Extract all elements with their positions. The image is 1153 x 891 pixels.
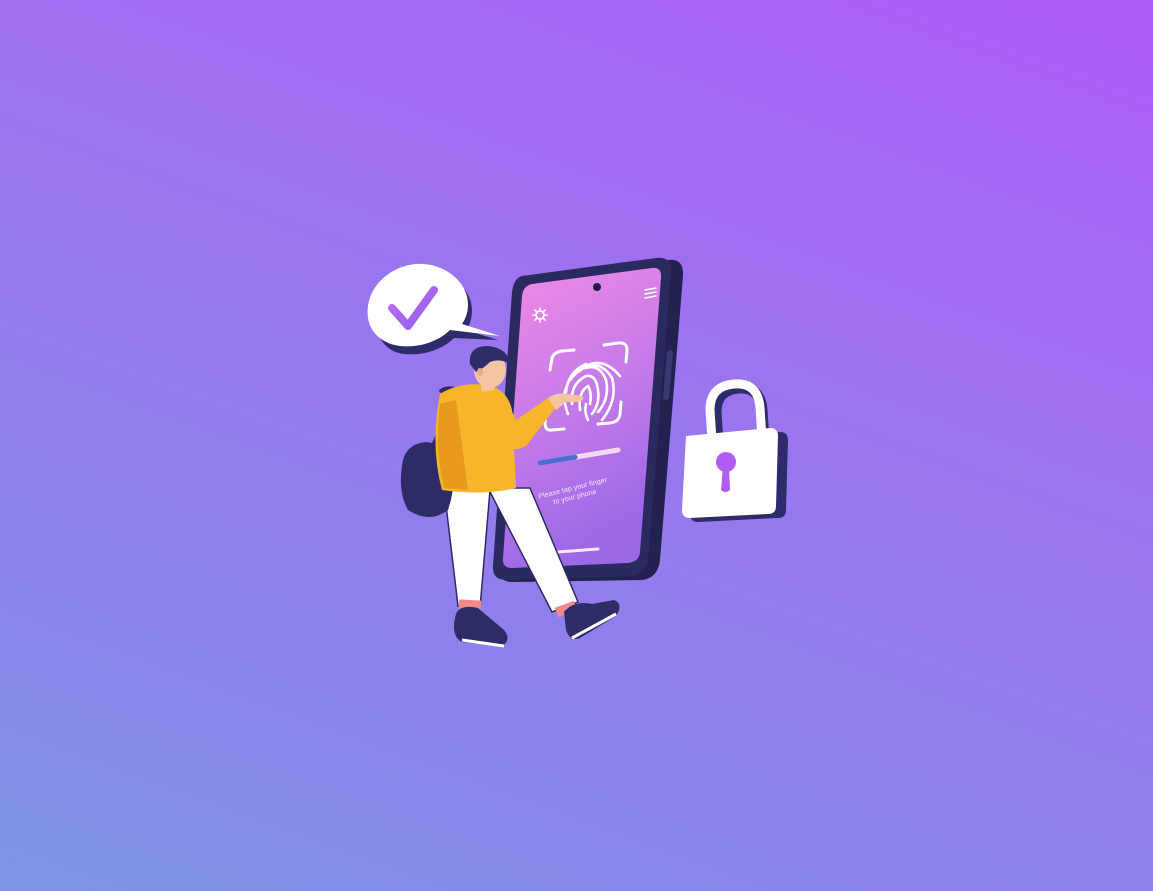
speech-bubble (367, 263, 500, 355)
padlock-icon (682, 379, 788, 522)
illustration-canvas: Please tap your finger to your phone (0, 0, 1153, 891)
biometric-illustration (367, 257, 788, 648)
